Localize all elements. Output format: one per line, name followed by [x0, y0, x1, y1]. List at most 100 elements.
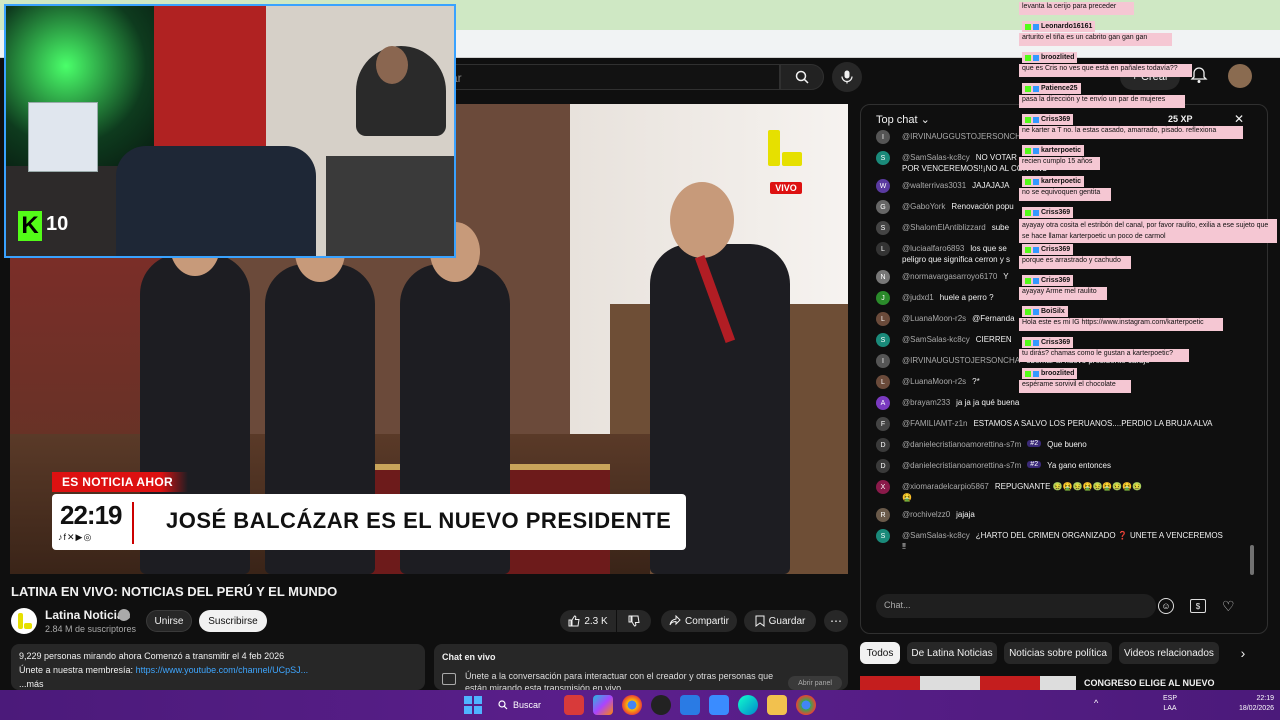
chat-message-text: @Fernanda	[972, 314, 1015, 323]
system-clock[interactable]: 22:19 18/02/2026	[1218, 694, 1274, 716]
lower-third-headline: JOSÉ BALCÁZAR ES EL NUEVO PRESIDENTE	[166, 508, 672, 533]
chip-all[interactable]: Todos	[860, 642, 900, 664]
chat-username[interactable]: @LuanaMoon-r2s	[902, 377, 966, 386]
chip-politics[interactable]: Noticias sobre política	[1004, 642, 1112, 664]
emoji-icon[interactable]: ☺	[1158, 598, 1174, 614]
chat-username[interactable]: @luciaalfaro6893	[902, 244, 964, 253]
search-button[interactable]	[780, 64, 824, 90]
description-more-link[interactable]: ...más	[19, 679, 79, 690]
taskbar-app-folder-icon[interactable]	[767, 695, 787, 715]
chip-latina-noticias[interactable]: De Latina Noticias	[907, 642, 997, 664]
save-button[interactable]: Guardar	[744, 610, 816, 632]
taskbar-app-github-icon[interactable]	[651, 695, 671, 715]
related-video-title[interactable]: CONGRESO ELIGE AL NUEVO	[1084, 678, 1244, 690]
chat-avatar: S	[876, 333, 890, 347]
chat-username[interactable]: @ShalomElAntiblizzard	[902, 223, 986, 232]
chat-username[interactable]: @FAMILIAMT-z1n	[902, 419, 967, 428]
join-button[interactable]: Unirse	[146, 610, 192, 632]
chat-username[interactable]: @LuanaMoon-r2s	[902, 314, 966, 323]
close-icon[interactable]: ✕	[1234, 112, 1246, 126]
chat-username[interactable]: @SamSalas-kc8cy	[902, 531, 970, 540]
search-input[interactable]: ar	[440, 64, 780, 90]
more-actions-button[interactable]: ⋯	[824, 610, 848, 632]
chat-message-text: ESTAMOS A SALVO LOS PERUANOS....PERDIO L…	[973, 419, 1213, 428]
chat-username[interactable]: @GaboYork	[902, 202, 945, 211]
chat-message-text: sube	[991, 223, 1010, 232]
chevron-down-icon: ⌄	[920, 114, 930, 126]
chat-mode-dropdown[interactable]: Top chat ⌄	[876, 113, 956, 127]
kick-chat-username: Criss369	[1022, 114, 1074, 125]
chat-message-text: peligro que significa cerron y s	[902, 255, 1011, 264]
windows-start-icon[interactable]	[464, 696, 482, 714]
chat-username[interactable]: @brayam233	[902, 398, 950, 407]
lower-third-time: 22:19	[60, 500, 123, 530]
keyboard-language[interactable]: ESP LAA	[1158, 694, 1182, 716]
chevron-right-icon[interactable]: ›	[1234, 644, 1252, 662]
chat-scrollbar[interactable]	[1250, 545, 1254, 575]
chat-avatar: W	[876, 179, 890, 193]
chat-input[interactable]: Chat...	[876, 594, 1156, 618]
account-avatar[interactable]	[1228, 64, 1252, 88]
taskbar-app-red-icon[interactable]	[564, 695, 584, 715]
chat-message[interactable]: D @danielecristianoamorettina-s7m #2 Que bu…	[876, 438, 1254, 452]
lower-third-divider	[132, 502, 134, 544]
taskbar-app-store-icon[interactable]	[709, 695, 729, 715]
member-badge: #2	[1027, 461, 1042, 468]
chat-message[interactable]: 🤮	[902, 493, 1280, 502]
chat-message[interactable]: R @rochivelzz0 jajaja	[876, 508, 1254, 522]
chat-message-text: Que bueno	[1047, 440, 1087, 449]
chat-message[interactable]: A @brayam233 ja ja ja qué buena	[876, 396, 1254, 410]
like-button[interactable]: 2.3 K	[560, 610, 616, 632]
live-chat-teaser-text: Únete a la conversación para interactuar…	[465, 671, 774, 693]
chat-avatar: F	[876, 417, 890, 431]
chat-username[interactable]: @normavargasarroyo6170	[902, 272, 997, 281]
chat-message[interactable]: F @FAMILIAMT-z1n ESTAMOS A SALVO LOS PERUA…	[876, 417, 1254, 431]
chat-username[interactable]: @IRVINAUGGUSTOJERSONCHA	[902, 132, 1026, 141]
channel-avatar[interactable]	[11, 608, 37, 634]
breaking-news-label: ES NOTICIA AHOR	[52, 472, 188, 492]
notifications-bell-icon[interactable]	[1190, 66, 1210, 86]
chat-message-text: Renovación popu	[951, 202, 1014, 211]
chat-username[interactable]: @IRVINAUGUSTOJERSONCHA	[902, 356, 1020, 365]
subscribe-button[interactable]: Suscribirse	[199, 610, 267, 632]
dislike-button[interactable]	[617, 610, 651, 632]
taskbar-app-chrome-profile-icon[interactable]	[796, 695, 816, 715]
chip-related-videos[interactable]: Videos relacionados	[1119, 642, 1219, 664]
taskbar-app-chrome-icon[interactable]	[622, 695, 642, 715]
chat-username[interactable]: @SamSalas-kc8cy	[902, 153, 970, 162]
related-video-thumbnail[interactable]	[860, 676, 1076, 690]
chat-username[interactable]: @xiomaradelcarpio5867	[902, 482, 989, 491]
chat-username[interactable]: @rochivelzz0	[902, 510, 950, 519]
chat-message-text: ‼	[902, 542, 906, 551]
verified-icon	[118, 609, 130, 621]
webcam-red-shelf	[154, 6, 266, 156]
chat-message[interactable]: ‼	[902, 542, 1280, 551]
kick-chat-message: ne karter a T no. la estas casado, amarr…	[1019, 126, 1244, 139]
voice-search-button[interactable]	[832, 62, 862, 92]
chat-username[interactable]: @SamSalas-kc8cy	[902, 335, 970, 344]
streamer-webcam-overlay: K 10	[4, 4, 456, 258]
taskbar-app-copilot-icon[interactable]	[593, 695, 613, 715]
membership-link[interactable]: https://www.youtube.com/channel/UCpSJ...	[136, 665, 309, 675]
chat-message-text: huele a perro ?	[939, 293, 994, 302]
chat-username[interactable]: @danielecristianoamorettina-s7m	[902, 440, 1021, 449]
clock-time: 22:19	[1256, 695, 1274, 702]
chat-avatar: A	[876, 396, 890, 410]
share-label: Compartir	[685, 615, 729, 627]
share-button[interactable]: Compartir	[661, 610, 737, 632]
taskbar-search[interactable]: Buscar	[498, 694, 558, 716]
chat-username[interactable]: @walterrivas3031	[902, 181, 966, 190]
taskbar-app-mail-icon[interactable]	[680, 695, 700, 715]
taskbar-search-label: Buscar	[513, 700, 542, 710]
system-tray-expand-icon[interactable]: ^	[1094, 698, 1106, 710]
kick-chat-username: karterpoetic	[1022, 176, 1085, 187]
open-panel-button[interactable]: Abrir panel	[788, 676, 842, 690]
search-icon	[498, 700, 508, 710]
subscriber-count: 2.84 M de suscriptores	[45, 624, 137, 634]
heart-icon[interactable]: ♡	[1222, 598, 1238, 614]
chat-message[interactable]: D @danielecristianoamorettina-s7m #2 Ya gan…	[876, 459, 1254, 473]
taskbar-app-edge-icon[interactable]	[738, 695, 758, 715]
super-chat-icon[interactable]: $	[1190, 599, 1206, 613]
chat-username[interactable]: @judxd1	[902, 293, 934, 302]
chat-username[interactable]: @danielecristianoamorettina-s7m	[902, 461, 1021, 470]
